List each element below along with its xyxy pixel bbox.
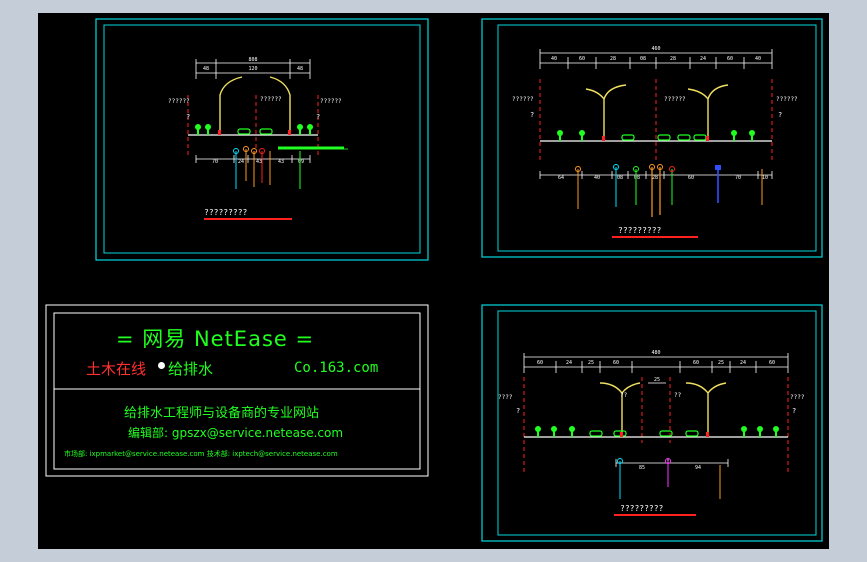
p3-dim-mid: 25 — [654, 377, 660, 383]
panel-2-inner-frame — [497, 24, 817, 252]
p1-label-left: ?????? — [168, 98, 190, 105]
p1-label-right: ?????? — [320, 98, 342, 105]
p1-vehicles — [237, 128, 273, 135]
p3-vehicles — [589, 430, 699, 437]
p2-pipe-markers — [575, 164, 763, 217]
credit-site: Co.163.com — [294, 360, 379, 376]
p3-dim-s4: 60 — [613, 360, 619, 366]
credit-title: = 网易 NetEase = — [116, 327, 315, 351]
p2-dim-s2: 60 — [579, 56, 585, 62]
p2-dim-b4: 08 — [634, 175, 640, 181]
p1-dim-c: 48 — [297, 66, 303, 72]
p3-dim-s7: 24 — [740, 360, 746, 366]
credit-subtitle: 给排水工程师与设备商的专业网站 — [124, 406, 320, 421]
p1-dim-b: 120 — [248, 66, 257, 72]
credit-bullet — [158, 362, 165, 369]
panel-3-inner-frame — [497, 310, 817, 536]
p2-label-center: ?????? — [664, 96, 686, 103]
cad-drawing: 808 48 120 48 ?????? ?????? ?????? ? ? 7… — [45, 18, 823, 542]
p2-q-right: ? — [778, 111, 782, 119]
p2-dim-b6: 60 — [688, 175, 694, 181]
p1-q-right: ? — [316, 113, 320, 121]
p1-q-left: ? — [186, 113, 190, 121]
panel-2-outer-frame — [481, 18, 823, 258]
p2-light-poles — [585, 84, 729, 137]
p2-dim-b1: 64 — [558, 175, 564, 181]
p2-dim-s1: 40 — [551, 56, 557, 62]
p2-dim-b8: 10 — [762, 175, 768, 181]
p3-dim-s5: 60 — [693, 360, 699, 366]
p1-dim-a: 48 — [203, 66, 209, 72]
p3-label-right: ???? — [790, 394, 805, 401]
p3-dim-b1: 85 — [639, 465, 645, 471]
credit-contacts: 市场部: ixpmarket@service.netease.com 技术部: … — [64, 450, 338, 458]
p3-label-center-b: ?? — [674, 392, 682, 399]
p1-dim-b2: 24 — [238, 159, 244, 165]
p3-label-left: ???? — [498, 394, 513, 401]
p2-dim-b2: 40 — [594, 175, 600, 181]
p3-q-left: ? — [516, 407, 520, 415]
p1-pipe-markers — [233, 146, 301, 189]
p3-dim-s1: 60 — [537, 360, 543, 366]
p2-dim-s6: 24 — [700, 56, 706, 62]
p3-q-right: ? — [792, 407, 796, 415]
p1-caption: ????????? — [204, 208, 248, 217]
panel-3: 480 60 24 25 60 60 25 24 60 25 ???? ?? ?… — [481, 304, 823, 542]
p2-dim-total: 460 — [651, 46, 660, 52]
p3-dim-total: 480 — [651, 350, 660, 356]
p2-dim-s7: 60 — [727, 56, 733, 62]
p3-dim-s8: 60 — [769, 360, 775, 366]
drawing-canvas: 808 48 120 48 ?????? ?????? ?????? ? ? 7… — [38, 13, 829, 549]
p1-dim-b3: 43 — [256, 159, 262, 165]
p2-dim-s4: 08 — [640, 56, 646, 62]
p2-dim-s8: 40 — [755, 56, 761, 62]
credit-brand-red: 土木在线 — [86, 360, 147, 378]
panel-1: 808 48 120 48 ?????? ?????? ?????? ? ? 7… — [95, 18, 429, 261]
p3-pipe-markers — [617, 458, 721, 499]
p3-dim-s2: 24 — [566, 360, 572, 366]
credit-brand-mid: 给排水 — [168, 360, 214, 378]
p2-dim-b3: 08 — [617, 175, 623, 181]
p3-light-poles — [599, 382, 727, 435]
p3-dim-s6: 25 — [718, 360, 724, 366]
p2-label-left: ?????? — [512, 96, 534, 103]
p2-label-right: ?????? — [776, 96, 798, 103]
panel-1-outer-frame — [95, 18, 429, 261]
panel-2: 460 40 60 28 08 28 24 60 40 ?????? ?????… — [481, 18, 823, 258]
p3-dim-b2: 94 — [695, 465, 701, 471]
p1-trees — [195, 124, 313, 135]
p2-dim-b7: 70 — [735, 175, 741, 181]
p1-dim-b1: 70 — [212, 159, 218, 165]
p2-q-left: ? — [530, 111, 534, 119]
credit-editorial: 编辑部: gpszx@service.netease.com — [128, 426, 344, 440]
p1-label-center: ?????? — [260, 96, 282, 103]
p1-dim-total: 808 — [248, 57, 257, 63]
p3-dim-s3: 25 — [588, 360, 594, 366]
p1-light-poles — [219, 76, 291, 131]
p3-trees — [535, 426, 779, 437]
p3-caption: ????????? — [620, 504, 664, 513]
p1-dim-b5: 09 — [298, 159, 304, 165]
p2-dim-b5: 28 — [652, 175, 658, 181]
p2-dim-s5: 28 — [670, 56, 676, 62]
p3-label-center-a: ?? — [620, 392, 628, 399]
p2-dim-s3: 28 — [610, 56, 616, 62]
p2-vehicles — [621, 134, 707, 141]
p2-caption: ????????? — [618, 226, 662, 235]
p1-dim-b4: 43 — [278, 159, 284, 165]
